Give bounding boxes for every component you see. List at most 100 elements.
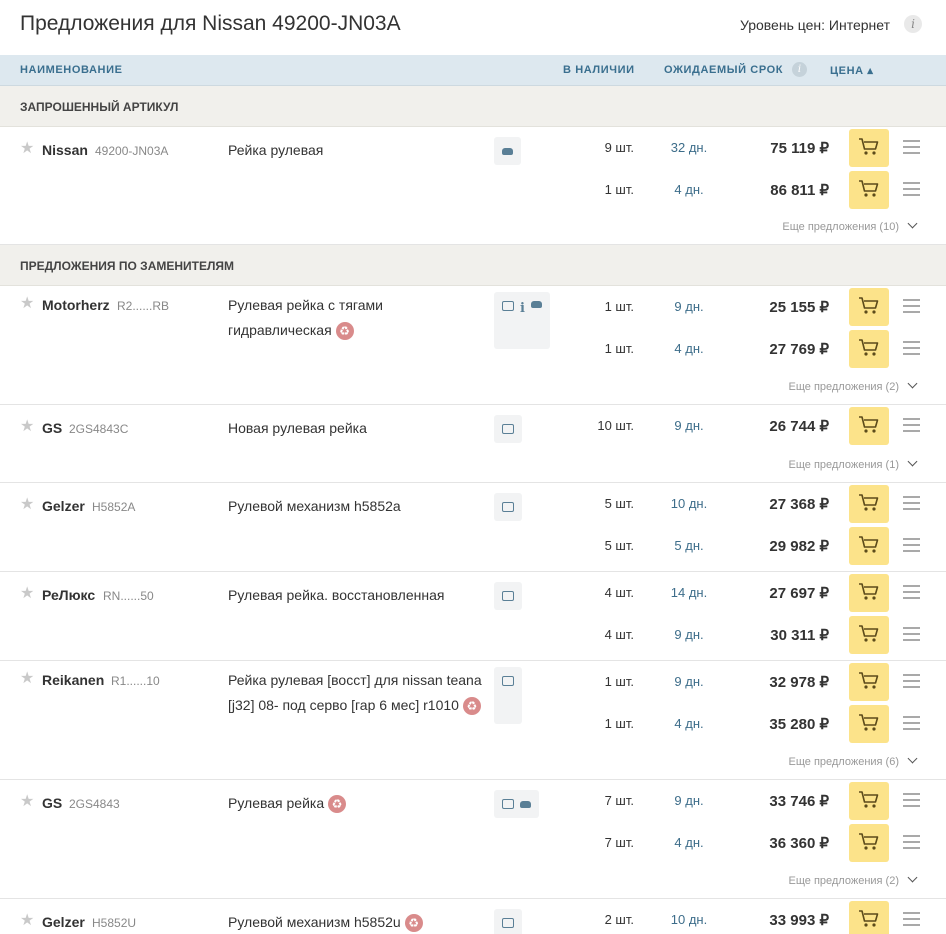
offer-row: 4 шт. 14 дн. 27 697 ₽ [0, 572, 946, 614]
page-header: Предложения для Nissan 49200-JN03A Урове… [0, 0, 946, 55]
add-to-cart-button[interactable] [849, 616, 889, 654]
offer-menu-icon[interactable] [903, 341, 920, 359]
offer-menu-icon[interactable] [903, 140, 920, 158]
offer-menu-icon[interactable] [903, 538, 920, 556]
offer-quantity: 1 шт. [604, 716, 634, 731]
add-to-cart-button[interactable] [849, 129, 889, 167]
offer-price: 26 744 ₽ [769, 418, 829, 435]
offer-menu-icon[interactable] [903, 912, 920, 930]
offer-menu-icon[interactable] [903, 182, 920, 200]
offer-price: 29 982 ₽ [769, 538, 829, 555]
more-offers-label: Еще предложения (2) [788, 875, 900, 887]
more-offers-link[interactable]: Еще предложения (2) [788, 378, 918, 393]
add-to-cart-button[interactable] [849, 330, 889, 368]
more-offers-link[interactable]: Еще предложения (10) [782, 218, 918, 233]
offer-delivery-days: 5 дн. [674, 538, 704, 553]
offer-row: 2 шт. 10 дн. 33 993 ₽ [0, 899, 946, 934]
offer-delivery-days: 9 дн. [674, 299, 704, 314]
column-price-sort[interactable]: ЦЕНА ▴ [830, 64, 873, 77]
offer-price: 27 368 ₽ [769, 496, 829, 513]
offer-row: 1 шт. 4 дн. 27 769 ₽ [0, 328, 946, 370]
product-group: ★ Motorherz R2......RB Рулевая рейка с тяга… [0, 286, 946, 405]
cart-icon [858, 415, 880, 438]
product-group: ★ РеЛюкс RN......50 Рулевая рейка. восстано… [0, 572, 946, 661]
offer-delivery-days: 14 дн. [670, 585, 708, 600]
product-group: ★ GS 2GS4843C Новая рулевая рейка 10 шт. 9 дн… [0, 405, 946, 483]
offer-row: 5 шт. 10 дн. 27 368 ₽ [0, 483, 946, 525]
add-to-cart-button[interactable] [849, 782, 889, 820]
add-to-cart-button[interactable] [849, 407, 889, 445]
price-level-selector[interactable]: Уровень цен: Интернет [740, 17, 890, 33]
offer-row: 1 шт. 9 дн. 25 155 ₽ [0, 286, 946, 328]
offer-quantity: 1 шт. [604, 341, 634, 356]
offer-quantity: 9 шт. [604, 140, 634, 155]
substitutes-list: ★ Motorherz R2......RB Рулевая рейка с тяга… [0, 286, 946, 934]
add-to-cart-button[interactable] [849, 171, 889, 209]
section-title: ЗАПРОШЕННЫЙ АРТИКУЛ [20, 100, 179, 114]
offer-delivery-days: 10 дн. [670, 496, 708, 511]
more-offers-link[interactable]: Еще предложения (2) [788, 872, 918, 887]
offer-delivery-days: 9 дн. [674, 793, 704, 808]
offer-menu-icon[interactable] [903, 585, 920, 603]
cart-icon [858, 624, 880, 647]
offer-price: 36 360 ₽ [769, 835, 829, 852]
cart-icon [858, 671, 880, 694]
offer-delivery-days: 32 дн. [670, 140, 708, 155]
offer-menu-icon[interactable] [903, 496, 920, 514]
add-to-cart-button[interactable] [849, 527, 889, 565]
add-to-cart-button[interactable] [849, 824, 889, 862]
offer-row: 4 шт. 9 дн. 30 311 ₽ [0, 614, 946, 656]
column-term: ОЖИДАЕМЫЙ СРОК [664, 64, 784, 76]
offer-quantity: 4 шт. [604, 627, 634, 642]
cart-icon [858, 493, 880, 516]
column-stock: В НАЛИЧИИ [563, 64, 635, 76]
offer-price: 33 993 ₽ [769, 912, 829, 929]
add-to-cart-button[interactable] [849, 485, 889, 523]
requested-list: ★ Nissan 49200-JN03A Рейка рулевая 9 шт. 32 д… [0, 127, 946, 245]
offer-menu-icon[interactable] [903, 418, 920, 436]
offer-quantity: 5 шт. [604, 496, 634, 511]
more-offers-link[interactable]: Еще предложения (6) [789, 753, 918, 768]
offer-price: 27 769 ₽ [769, 341, 829, 358]
add-to-cart-button[interactable] [849, 574, 889, 612]
add-to-cart-button[interactable] [849, 663, 889, 701]
offer-price: 75 119 ₽ [770, 140, 829, 157]
product-group: ★ GS 2GS4843 Рулевая рейка ♻ 7 шт. 9 дн. 33 74… [0, 780, 946, 899]
info-icon[interactable]: i [904, 15, 922, 33]
cart-icon [858, 713, 880, 736]
more-offers-label: Еще предложения (2) [788, 381, 900, 393]
offer-row: 7 шт. 4 дн. 36 360 ₽ [0, 822, 946, 864]
offer-delivery-days: 4 дн. [674, 182, 704, 197]
add-to-cart-button[interactable] [849, 705, 889, 743]
term-info-icon[interactable]: i [792, 62, 807, 77]
more-offers-link[interactable]: Еще предложения (1) [788, 456, 918, 471]
product-group: ★ Gelzer H5852A Рулевой механизм h5852a 5 шт… [0, 483, 946, 572]
cart-icon [858, 296, 880, 319]
offer-menu-icon[interactable] [903, 835, 920, 853]
offer-price: 25 155 ₽ [769, 299, 829, 316]
offer-row: 10 шт. 9 дн. 26 744 ₽ [0, 405, 946, 447]
offer-row: 7 шт. 9 дн. 33 746 ₽ [0, 780, 946, 822]
offer-menu-icon[interactable] [903, 716, 920, 734]
section-requested: ЗАПРОШЕННЫЙ АРТИКУЛ [0, 86, 946, 127]
cart-icon [858, 582, 880, 605]
more-offers-label: Еще предложения (1) [788, 459, 900, 471]
offer-menu-icon[interactable] [903, 299, 920, 317]
table-header: НАИМЕНОВАНИЕ В НАЛИЧИИ ОЖИДАЕМЫЙ СРОК i … [0, 55, 946, 86]
page-title: Предложения для Nissan 49200-JN03A [20, 12, 401, 35]
add-to-cart-button[interactable] [849, 901, 889, 934]
offer-row: 5 шт. 5 дн. 29 982 ₽ [0, 525, 946, 567]
offer-quantity: 5 шт. [604, 538, 634, 553]
offer-row: 1 шт. 9 дн. 32 978 ₽ [0, 661, 946, 703]
offer-price: 86 811 ₽ [770, 182, 829, 199]
offer-menu-icon[interactable] [903, 793, 920, 811]
offer-menu-icon[interactable] [903, 627, 920, 645]
offer-delivery-days: 9 дн. [674, 418, 704, 433]
chevron-down-icon [907, 456, 918, 467]
offer-delivery-days: 10 дн. [670, 912, 708, 927]
offer-quantity: 7 шт. [604, 793, 634, 808]
cart-icon [858, 137, 880, 160]
offer-menu-icon[interactable] [903, 674, 920, 692]
offer-row: 1 шт. 4 дн. 35 280 ₽ [0, 703, 946, 745]
add-to-cart-button[interactable] [849, 288, 889, 326]
